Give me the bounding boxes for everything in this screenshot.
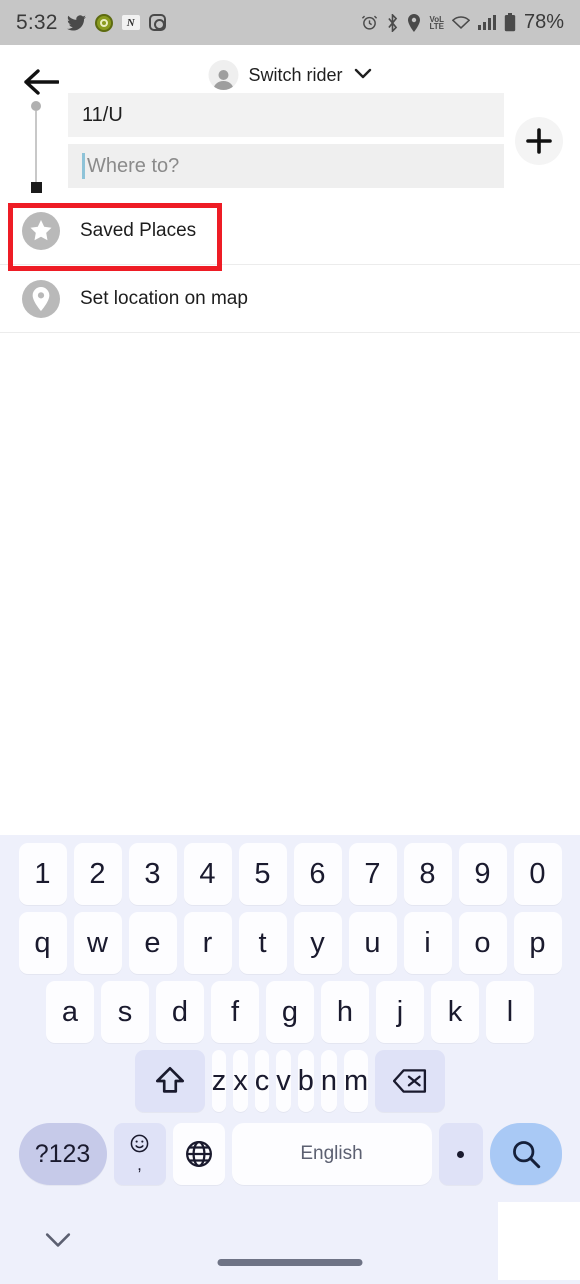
destination-square-icon <box>30 182 42 193</box>
signal-icon <box>477 15 496 30</box>
pickup-input[interactable]: 11/U <box>68 93 504 137</box>
status-bar-right: VoL LTE 78% <box>361 11 564 34</box>
key-e[interactable]: e <box>128 912 177 974</box>
destination-input[interactable]: Where to? <box>68 144 504 188</box>
globe-icon[interactable] <box>172 1123 225 1185</box>
chevron-down-icon <box>354 66 372 84</box>
key-w[interactable]: w <box>73 912 122 974</box>
key-g[interactable]: g <box>266 981 314 1043</box>
key-o[interactable]: o <box>458 912 507 974</box>
list-item-set-location-on-map[interactable]: Set location on map <box>0 265 580 333</box>
key-k[interactable]: k <box>431 981 479 1043</box>
key-m[interactable]: m <box>344 1050 369 1112</box>
backspace-icon[interactable] <box>375 1050 446 1112</box>
avatar <box>208 60 239 90</box>
keyboard-row-numbers: 1 2 3 4 5 6 7 8 9 0 <box>0 843 580 905</box>
emoji-icon[interactable]: , <box>113 1123 166 1185</box>
key-2[interactable]: 2 <box>73 843 122 905</box>
route-line <box>35 111 37 182</box>
alarm-icon <box>361 14 378 31</box>
key-y[interactable]: y <box>293 912 342 974</box>
symbols-key[interactable]: ?123 <box>18 1123 107 1185</box>
key-h[interactable]: h <box>321 981 369 1043</box>
status-time: 5:32 <box>16 10 58 34</box>
key-v[interactable]: v <box>276 1050 291 1112</box>
list-item-label: Saved Places <box>80 219 197 241</box>
key-q[interactable]: q <box>18 912 67 974</box>
destination-placeholder: Where to? <box>87 154 180 177</box>
app-green-icon <box>94 13 113 32</box>
key-s[interactable]: s <box>101 981 149 1043</box>
origin-dot-icon <box>31 101 41 111</box>
battery-icon <box>504 13 516 32</box>
empty-results-area <box>0 334 580 835</box>
list-item-saved-places[interactable]: Saved Places <box>0 197 580 265</box>
list-item-label: Set location on map <box>80 287 248 309</box>
key-7[interactable]: 7 <box>348 843 397 905</box>
switch-rider-label: Switch rider <box>248 64 343 85</box>
key-n[interactable]: n <box>320 1050 338 1112</box>
route-fields: 11/U Where to? <box>68 93 504 188</box>
battery-percent: 78% <box>523 11 564 33</box>
key-0[interactable]: 0 <box>513 843 562 905</box>
key-z[interactable]: z <box>211 1050 227 1112</box>
key-l[interactable]: l <box>486 981 534 1043</box>
key-r[interactable]: r <box>183 912 232 974</box>
star-icon <box>22 211 60 250</box>
key-4[interactable]: 4 <box>183 843 232 905</box>
search-icon[interactable] <box>489 1123 562 1185</box>
period-dot-icon <box>457 1150 464 1158</box>
key-1[interactable]: 1 <box>18 843 67 905</box>
keyboard-row-qwerty: q w e r t y u i o p <box>0 912 580 974</box>
key-p[interactable]: p <box>513 912 562 974</box>
key-3[interactable]: 3 <box>128 843 177 905</box>
location-icon <box>407 13 421 32</box>
key-i[interactable]: i <box>403 912 452 974</box>
app-header: Switch rider 11/U Where to? <box>0 45 580 197</box>
add-stop-button[interactable] <box>515 117 563 165</box>
keyboard-row-function: ?123 , English <box>0 1119 580 1189</box>
key-c[interactable]: c <box>254 1050 270 1112</box>
status-bar-left: 5:32 N <box>16 11 166 35</box>
space-key[interactable]: English <box>231 1123 432 1185</box>
phone-screen: 5:32 N VoL LTE 78% Switch rider 11/U Whe… <box>0 0 580 1284</box>
key-8[interactable]: 8 <box>403 843 452 905</box>
status-bar: 5:32 N VoL LTE 78% <box>0 0 580 45</box>
twitter-icon <box>66 14 86 31</box>
text-caret <box>82 153 85 179</box>
navigation-corner-patch <box>498 1202 580 1280</box>
key-d[interactable]: d <box>156 981 204 1043</box>
back-button[interactable] <box>20 61 62 103</box>
pickup-value: 11/U <box>82 103 123 126</box>
wifi-icon <box>451 15 470 30</box>
bluetooth-icon <box>386 13 399 32</box>
keyboard-row-home: a s d f g h j k l <box>0 981 580 1043</box>
shift-icon[interactable] <box>134 1050 205 1112</box>
keyboard-row-bottom: z x c v b n m <box>0 1050 580 1112</box>
switch-rider-button[interactable]: Switch rider <box>208 57 372 93</box>
key-j[interactable]: j <box>376 981 424 1043</box>
key-f[interactable]: f <box>211 981 259 1043</box>
key-u[interactable]: u <box>348 912 397 974</box>
key-t[interactable]: t <box>238 912 287 974</box>
instagram-icon <box>148 14 166 31</box>
comma-label: , <box>137 1154 142 1174</box>
key-9[interactable]: 9 <box>458 843 507 905</box>
hide-keyboard-button[interactable] <box>45 1232 71 1253</box>
volte-icon: VoL LTE <box>429 14 444 31</box>
suggestion-list: Saved Places Set location on map <box>0 197 580 333</box>
on-screen-keyboard: 1 2 3 4 5 6 7 8 9 0 q w e r t y u i o p … <box>0 835 580 1284</box>
map-pin-icon <box>22 279 60 318</box>
period-key[interactable] <box>438 1123 483 1185</box>
key-x[interactable]: x <box>233 1050 248 1112</box>
key-a[interactable]: a <box>46 981 94 1043</box>
key-6[interactable]: 6 <box>293 843 342 905</box>
route-markers <box>28 101 44 193</box>
key-b[interactable]: b <box>297 1050 314 1112</box>
key-5[interactable]: 5 <box>238 843 287 905</box>
keyboard-bottom-bar <box>0 1202 580 1284</box>
home-indicator[interactable] <box>217 1259 363 1266</box>
news-n-icon: N <box>121 15 140 30</box>
